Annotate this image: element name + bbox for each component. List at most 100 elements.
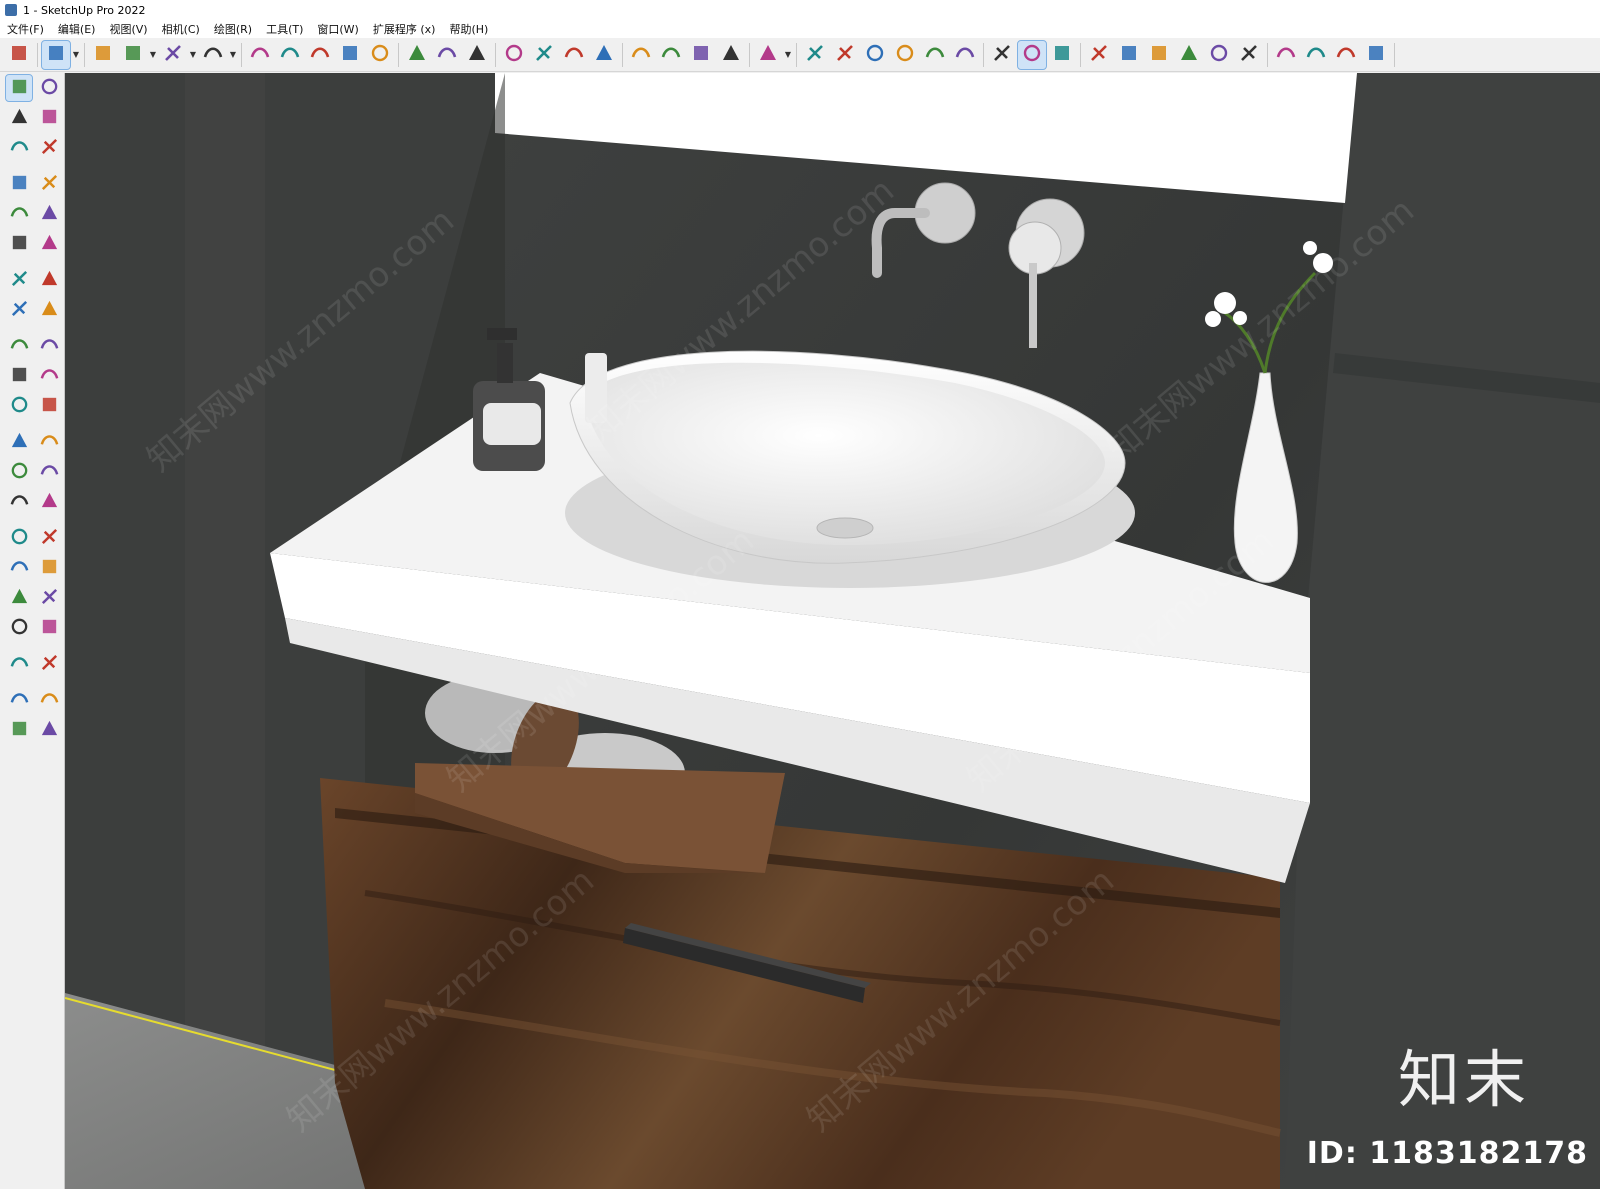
push-pull-tool[interactable] bbox=[36, 333, 62, 359]
extension-manager-button[interactable] bbox=[717, 41, 745, 69]
zoom-extents-button[interactable] bbox=[590, 41, 618, 69]
scale-button[interactable] bbox=[366, 41, 394, 69]
search-button[interactable] bbox=[5, 41, 33, 69]
menu-view[interactable]: 视图(V) bbox=[102, 21, 154, 37]
left-view-button[interactable] bbox=[951, 41, 979, 69]
zoom-window-tool[interactable] bbox=[36, 555, 62, 581]
pencil-button[interactable] bbox=[119, 41, 147, 69]
pie-tool[interactable] bbox=[6, 297, 32, 323]
rotate-tool[interactable] bbox=[6, 363, 32, 389]
checker-button[interactable] bbox=[1175, 41, 1203, 69]
menu-file[interactable]: 文件(F) bbox=[0, 21, 51, 37]
warehouse-tool[interactable] bbox=[6, 687, 32, 713]
cloud-button[interactable] bbox=[1205, 41, 1233, 69]
menu-extensions[interactable]: 扩展程序 (x) bbox=[366, 21, 443, 37]
arc-tool[interactable] bbox=[6, 267, 32, 293]
paint-bucket-tool[interactable] bbox=[6, 105, 32, 131]
chat-button[interactable] bbox=[1272, 41, 1300, 69]
rotated-rectangle-tool[interactable] bbox=[36, 201, 62, 227]
extension-tool[interactable] bbox=[36, 687, 62, 713]
arc-2pt-tool[interactable] bbox=[36, 267, 62, 293]
section-cut-button[interactable] bbox=[1048, 41, 1076, 69]
right-view-button[interactable] bbox=[891, 41, 919, 69]
menu-window[interactable]: 窗口(W) bbox=[310, 21, 365, 37]
rectangle-tool[interactable] bbox=[6, 201, 32, 227]
zoom-tool[interactable] bbox=[6, 555, 32, 581]
dimension-tool[interactable] bbox=[36, 429, 62, 455]
menu-edit[interactable]: 编辑(E) bbox=[51, 21, 103, 37]
rectangle-button[interactable] bbox=[199, 41, 227, 69]
paint-bucket-button[interactable] bbox=[463, 41, 491, 69]
pencil-tool[interactable] bbox=[6, 171, 32, 197]
chevron-down-icon[interactable]: ▼ bbox=[148, 41, 158, 69]
warehouse-button[interactable] bbox=[627, 41, 655, 69]
section-plane-tool[interactable] bbox=[36, 651, 62, 677]
tape-measure-button[interactable] bbox=[403, 41, 431, 69]
orbit-button[interactable] bbox=[500, 41, 528, 69]
scale-tool[interactable] bbox=[6, 393, 32, 419]
section-plane-button[interactable] bbox=[988, 41, 1016, 69]
pan-tool[interactable] bbox=[36, 525, 62, 551]
section-display-button[interactable] bbox=[1017, 39, 1047, 70]
follow-me-tool[interactable] bbox=[36, 363, 62, 389]
menu-camera[interactable]: 相机(C) bbox=[155, 21, 207, 37]
chevron-down-icon[interactable]: ▼ bbox=[188, 41, 198, 69]
chevron-down-icon[interactable]: ▼ bbox=[71, 41, 81, 69]
front-view-button[interactable] bbox=[861, 41, 889, 69]
layers-tool[interactable] bbox=[6, 717, 32, 743]
arc-3pt-tool[interactable] bbox=[36, 297, 62, 323]
protractor-tool[interactable] bbox=[6, 459, 32, 485]
tape-measure-tool[interactable] bbox=[6, 429, 32, 455]
component-tool[interactable] bbox=[6, 135, 32, 161]
user-account-button[interactable] bbox=[754, 41, 782, 69]
add-button[interactable] bbox=[1085, 41, 1113, 69]
tag-tool[interactable] bbox=[36, 135, 62, 161]
menu-draw[interactable]: 绘图(R) bbox=[207, 21, 259, 37]
chevron-down-icon[interactable]: ▼ bbox=[783, 41, 793, 69]
chevron-down-icon[interactable]: ▼ bbox=[228, 41, 238, 69]
move-button[interactable] bbox=[306, 41, 334, 69]
look-around-tool[interactable] bbox=[36, 615, 62, 641]
cart-button[interactable] bbox=[1332, 41, 1360, 69]
eraser-button[interactable] bbox=[89, 41, 117, 69]
eraser-tool[interactable] bbox=[36, 105, 62, 131]
offset-tool[interactable] bbox=[36, 393, 62, 419]
zoom-button[interactable] bbox=[560, 41, 588, 69]
orbit-tool[interactable] bbox=[36, 75, 62, 101]
3d-text-tool[interactable] bbox=[36, 489, 62, 515]
circle-tool[interactable] bbox=[6, 231, 32, 257]
shield-button[interactable] bbox=[1115, 41, 1143, 69]
orbit-tool[interactable] bbox=[6, 525, 32, 551]
pan-button[interactable] bbox=[530, 41, 558, 69]
position-camera-tool[interactable] bbox=[6, 615, 32, 641]
polygon-tool[interactable] bbox=[36, 231, 62, 257]
layout-button[interactable] bbox=[687, 41, 715, 69]
top-view-button[interactable] bbox=[831, 41, 859, 69]
sandbox-tool[interactable] bbox=[36, 717, 62, 743]
menu-tools[interactable]: 工具(T) bbox=[259, 21, 310, 37]
push-pull-button[interactable] bbox=[246, 41, 274, 69]
select-button[interactable] bbox=[41, 39, 71, 70]
avatar-button[interactable] bbox=[1362, 41, 1390, 69]
arc-button[interactable] bbox=[159, 41, 187, 69]
zoom-extents-tool[interactable] bbox=[6, 585, 32, 611]
move-tool[interactable] bbox=[6, 333, 32, 359]
info-button[interactable] bbox=[1302, 41, 1330, 69]
extension-warehouse-button[interactable] bbox=[657, 41, 685, 69]
select-tool[interactable] bbox=[5, 74, 33, 102]
rotate-button[interactable] bbox=[336, 41, 364, 69]
freehand-tool[interactable] bbox=[36, 171, 62, 197]
text-button[interactable] bbox=[433, 41, 461, 69]
follow-me-button[interactable] bbox=[276, 41, 304, 69]
back-view-button[interactable] bbox=[921, 41, 949, 69]
menu-help[interactable]: 帮助(H) bbox=[442, 21, 495, 37]
text-tool[interactable] bbox=[36, 459, 62, 485]
iso-view-button[interactable] bbox=[801, 41, 829, 69]
settings-button[interactable] bbox=[1235, 41, 1263, 69]
report-button[interactable] bbox=[1145, 41, 1173, 69]
model-viewport[interactable]: 知末网www.znzmo.com 知末网www.znzmo.com 知末网www… bbox=[65, 73, 1600, 1189]
dimension-icon bbox=[39, 430, 60, 455]
previous-view-tool[interactable] bbox=[36, 585, 62, 611]
walk-tool[interactable] bbox=[6, 651, 32, 677]
axes-tool[interactable] bbox=[6, 489, 32, 515]
